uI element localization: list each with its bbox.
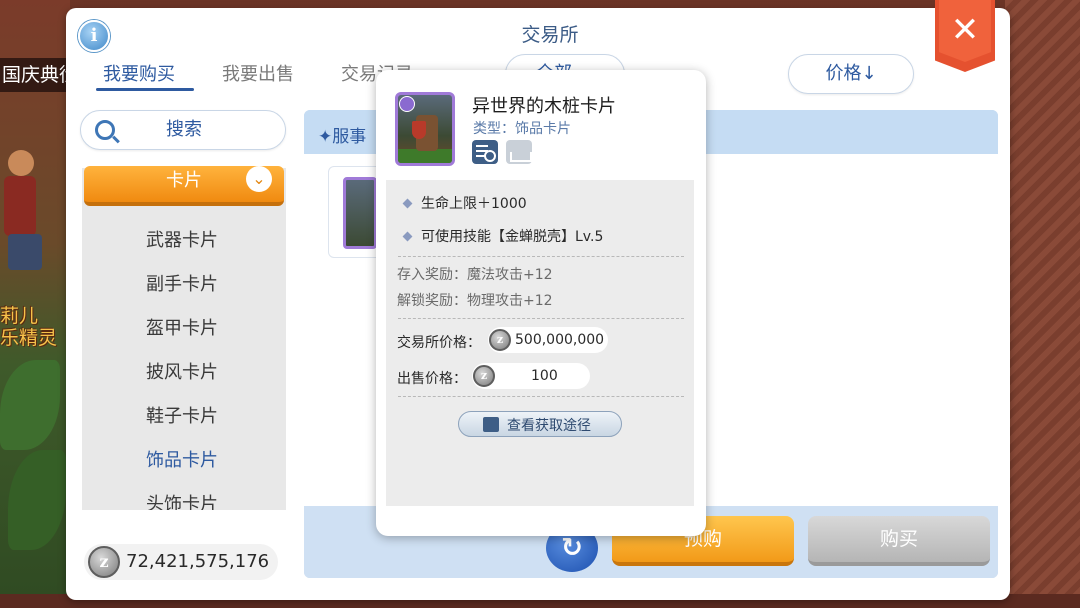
npc-name-line1: 莉儿 [0,305,39,327]
category-list[interactable]: 武器卡片 副手卡片 盔甲卡片 披风卡片 鞋子卡片 饰品卡片 头饰卡片 [82,168,286,510]
npc-character[interactable] [0,150,54,270]
category-item-selected[interactable]: 饰品卡片 [82,446,282,472]
category-item[interactable]: 盔甲卡片 [82,314,282,340]
divider [398,396,684,397]
attribute-line: 可使用技能【金蝉脱壳】Lv.5 [402,226,604,246]
category-item[interactable]: 副手卡片 [82,270,282,296]
search-button[interactable]: 搜索 [80,110,286,150]
category-item[interactable]: 头饰卡片 [82,490,282,510]
server-label: ✦服事 [318,127,367,147]
category-item[interactable]: 鞋子卡片 [82,402,282,428]
tab-sell[interactable]: 我要出售 [222,60,294,86]
attribute-text: 生命上限＋1000 [421,196,527,212]
close-icon: ✕ [950,10,980,50]
divider [398,318,684,319]
bullet-diamond-icon [402,198,413,208]
attribute-line: 生命上限＋1000 [402,193,527,213]
info-icon[interactable]: i [78,20,110,52]
price-sort-button[interactable]: 价格↓ [788,54,914,94]
card-art-image [395,92,455,166]
deposit-bonus-value: 魔法攻击+12 [467,267,553,283]
deposit-tray-icon[interactable] [506,140,532,164]
exchange-price-value: 500,000,000 [515,332,605,348]
category-item[interactable]: 武器卡片 [82,226,282,252]
view-details-icon[interactable] [472,140,498,164]
attribute-text: 可使用技能【金蝉脱壳】Lv.5 [421,229,604,245]
background-right-scene [1005,0,1080,608]
zeny-amount: 72,421,575,176 [126,551,270,572]
tab-buy[interactable]: 我要购买 [103,60,175,86]
unlock-bonus: 解锁奖励：物理攻击+12 [397,290,553,310]
listing-card-thumbnail [343,177,377,249]
refresh-icon: ↻ [561,533,583,563]
window-title: 交易所 [521,24,579,46]
view-source-button[interactable]: 查看获取途径 [458,411,622,437]
sell-price-value: 100 [531,368,558,384]
active-tab-indicator [96,88,194,91]
chevron-down-icon: ⌄ [246,166,272,192]
source-list-icon [483,417,499,432]
buy-button[interactable]: 购买 [808,516,990,566]
card-badge-icon [399,96,415,112]
close-button[interactable]: ✕ [935,0,995,72]
unlock-bonus-label: 解锁奖励： [397,293,467,309]
category-item[interactable]: 披风卡片 [82,358,282,384]
category-header-label: 卡片 [166,170,202,191]
npc-name-label: 莉儿 乐精灵 [0,305,66,349]
deposit-bonus: 存入奖励：魔法攻击+12 [397,264,553,284]
item-type: 类型：饰品卡片 [473,121,571,137]
zeny-coin-icon: z [88,546,120,578]
category-header-dropdown[interactable]: 卡片 ⌄ [84,166,284,206]
item-name: 异世界的木桩卡片 [472,96,616,117]
sell-price-label: 出售价格： [397,371,467,387]
exchange-price-label: 交易所价格： [397,335,481,351]
deposit-bonus-label: 存入奖励： [397,267,467,283]
bullet-diamond-icon [402,231,413,241]
unlock-bonus-value: 物理攻击+12 [467,293,553,309]
zeny-coin-icon: z [473,365,495,387]
search-label: 搜索 [166,119,202,140]
divider [398,256,684,257]
event-banner[interactable]: 国庆典衍 [0,58,70,92]
zeny-coin-icon: z [489,329,511,351]
view-source-label: 查看获取途径 [507,418,591,434]
npc-name-line2: 乐精灵 [0,327,58,349]
